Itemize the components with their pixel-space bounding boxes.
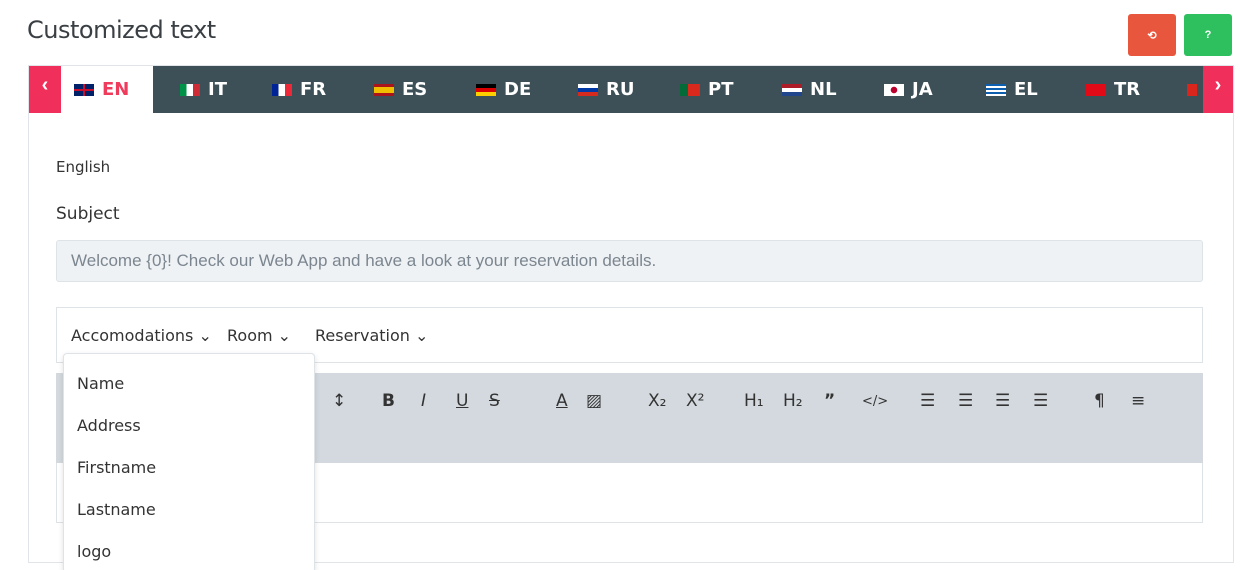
portugal-flag-icon	[680, 83, 700, 96]
translation-panel: ‹ EN IT FR ES DE RU PT NL JA EL TR › Eng…	[28, 65, 1234, 570]
tab-partial[interactable]	[1187, 66, 1197, 113]
tab-label: DE	[504, 79, 532, 100]
reservation-menu[interactable]: Reservation ⌄	[315, 326, 428, 345]
dropdown-item-lastname[interactable]: Lastname	[77, 500, 156, 519]
help-button[interactable]: ?	[1184, 14, 1232, 56]
menu-label: Reservation	[315, 326, 410, 345]
accomodations-menu[interactable]: Accomodations ⌄	[71, 326, 212, 345]
tab-pt[interactable]: PT	[680, 66, 733, 113]
tab-label: TR	[1114, 79, 1141, 100]
language-tabbar: ‹ EN IT FR ES DE RU PT NL JA EL TR ›	[29, 66, 1233, 113]
tab-es[interactable]: ES	[374, 66, 427, 113]
menu-label: Accomodations	[71, 326, 194, 345]
vietnam-flag-icon	[1187, 83, 1197, 96]
tab-label: PT	[708, 79, 734, 100]
tab-label: ES	[402, 79, 428, 100]
chevron-right-icon: ›	[1214, 74, 1222, 96]
reset-button[interactable]: ⟲	[1128, 14, 1176, 56]
spain-flag-icon	[374, 83, 394, 96]
chevron-down-icon: ⌄	[415, 326, 429, 345]
tab-label: EN	[102, 79, 130, 100]
japan-flag-icon	[884, 83, 904, 96]
dropdown-item-name[interactable]: Name	[77, 374, 124, 393]
tab-fr[interactable]: FR	[272, 66, 326, 113]
tab-label: EL	[1014, 79, 1038, 100]
paragraph-direction-button[interactable]: ¶	[1094, 391, 1105, 411]
page-title: Customized text	[27, 16, 216, 44]
tab-label: RU	[606, 79, 635, 100]
tab-ja[interactable]: JA	[884, 66, 933, 113]
subject-input[interactable]: Welcome {0}! Check our Web App and have …	[56, 240, 1203, 282]
chevron-left-icon: ‹	[41, 74, 49, 96]
language-name: English	[56, 158, 111, 176]
ordered-list-button[interactable]: ☰	[920, 391, 935, 411]
greece-flag-icon	[986, 83, 1006, 96]
tab-ru[interactable]: RU	[578, 66, 634, 113]
code-button[interactable]: </>	[862, 394, 888, 409]
menu-label: Room	[227, 326, 273, 345]
germany-flag-icon	[476, 83, 496, 96]
tab-label: FR	[300, 79, 327, 100]
room-menu[interactable]: Room ⌄	[227, 326, 291, 345]
tab-de[interactable]: DE	[476, 66, 531, 113]
accomodations-dropdown: Name Address Firstname Lastname logo	[63, 353, 315, 570]
tab-el[interactable]: EL	[986, 66, 1038, 113]
scroll-right-button[interactable]: ›	[1203, 66, 1233, 113]
uk-flag-icon	[74, 83, 94, 96]
dropdown-item-logo[interactable]: logo	[77, 542, 111, 561]
netherlands-flag-icon	[782, 83, 802, 96]
tab-en[interactable]: EN	[61, 66, 153, 113]
tab-label: NL	[810, 79, 837, 100]
tab-label: JA	[912, 79, 933, 100]
france-flag-icon	[272, 83, 292, 96]
heading1-button[interactable]: H₁	[744, 391, 764, 411]
strikethrough-button[interactable]: S	[489, 391, 500, 411]
align-button[interactable]: ≡	[1131, 391, 1145, 411]
chevron-down-icon: ⌄	[277, 326, 292, 345]
highlight-button[interactable]: ▨	[586, 391, 602, 411]
tab-tr[interactable]: TR	[1086, 66, 1140, 113]
bold-button[interactable]: B	[382, 391, 395, 411]
superscript-button[interactable]: X²	[686, 391, 704, 411]
reset-icon: ⟲	[1147, 29, 1157, 42]
unordered-list-button[interactable]: ☰	[958, 391, 973, 411]
dropdown-item-address[interactable]: Address	[77, 416, 141, 435]
dropdown-item-firstname[interactable]: Firstname	[77, 458, 156, 477]
underline-button[interactable]: U	[456, 391, 468, 411]
subscript-button[interactable]: X₂	[648, 391, 666, 411]
outdent-button[interactable]: ☰	[995, 391, 1010, 411]
heading2-button[interactable]: H₂	[783, 391, 803, 411]
indent-button[interactable]: ☰	[1033, 391, 1048, 411]
tab-it[interactable]: IT	[180, 66, 227, 113]
tab-nl[interactable]: NL	[782, 66, 837, 113]
italy-flag-icon	[180, 83, 200, 96]
subject-label: Subject	[56, 204, 120, 224]
turkey-flag-icon	[1086, 83, 1106, 96]
tab-label: IT	[208, 79, 227, 100]
russia-flag-icon	[578, 83, 598, 96]
font-size-stepper[interactable]: ↕	[332, 391, 346, 411]
chevron-down-icon: ⌄	[198, 326, 212, 345]
font-color-button[interactable]: A	[556, 391, 568, 411]
scroll-left-button[interactable]: ‹	[29, 66, 61, 113]
blockquote-button[interactable]: ”	[824, 391, 835, 411]
italic-button[interactable]: I	[421, 391, 426, 411]
